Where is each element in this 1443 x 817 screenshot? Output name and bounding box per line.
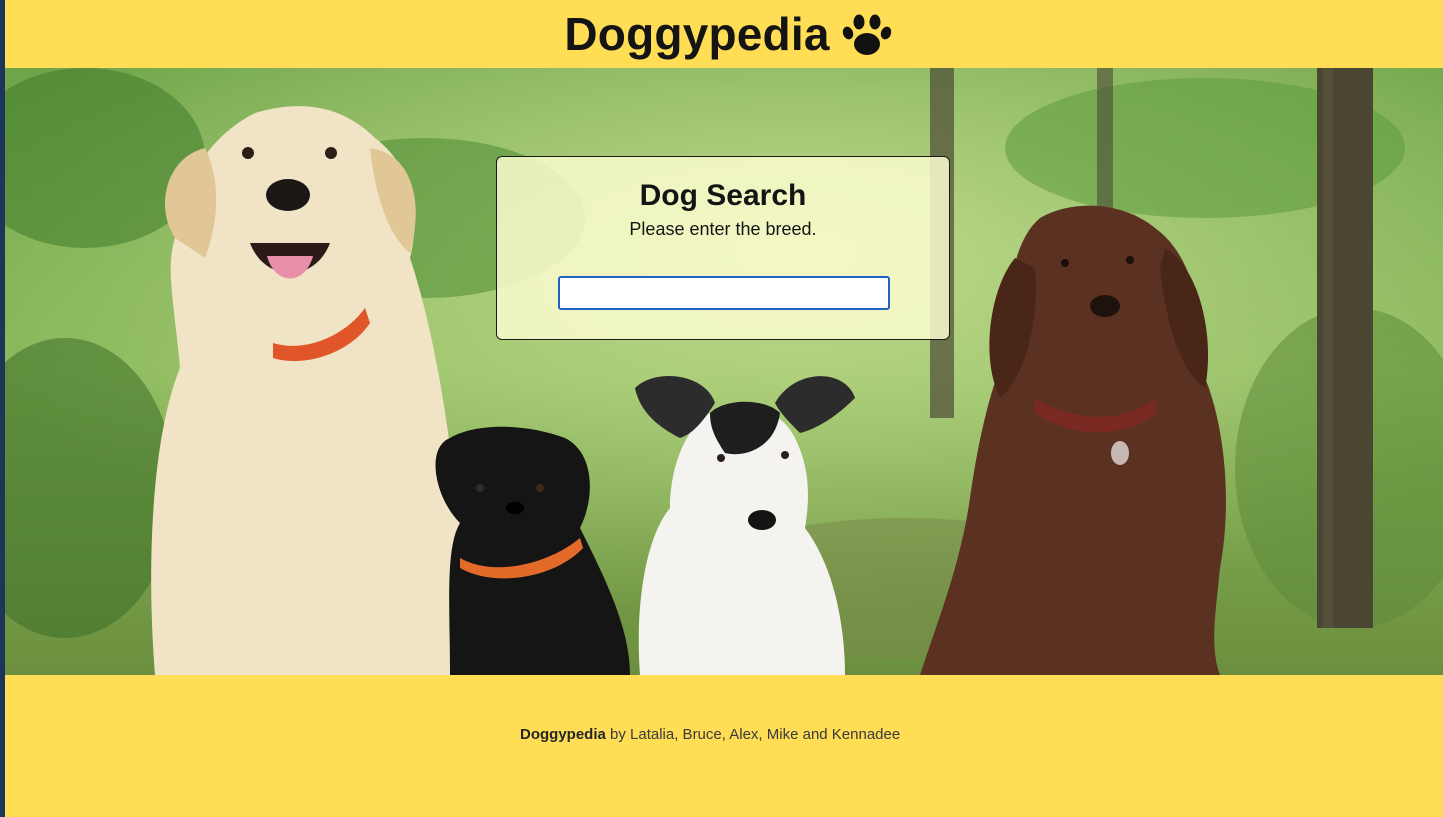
breed-search-input[interactable] (558, 276, 890, 310)
search-title: Dog Search (639, 179, 807, 212)
footer-authors: by Latalia, Bruce, Alex, Mike and Kennad… (605, 726, 901, 743)
site-header: Doggypedia (5, 0, 1443, 68)
site-title: Doggypedia (564, 8, 830, 60)
brand[interactable]: Doggypedia (564, 7, 891, 61)
search-subtitle: Please enter the breed. (629, 219, 817, 239)
paw-icon (842, 14, 891, 55)
footer-brand: Doggypedia (520, 726, 606, 743)
footer-credits: Doggypedia by Latalia, Bruce, Alex, Mike… (520, 726, 900, 743)
site-footer: Doggypedia by Latalia, Bruce, Alex, Mike… (5, 675, 1443, 817)
dog-search-card: Dog Search Please enter the breed. (496, 156, 950, 340)
